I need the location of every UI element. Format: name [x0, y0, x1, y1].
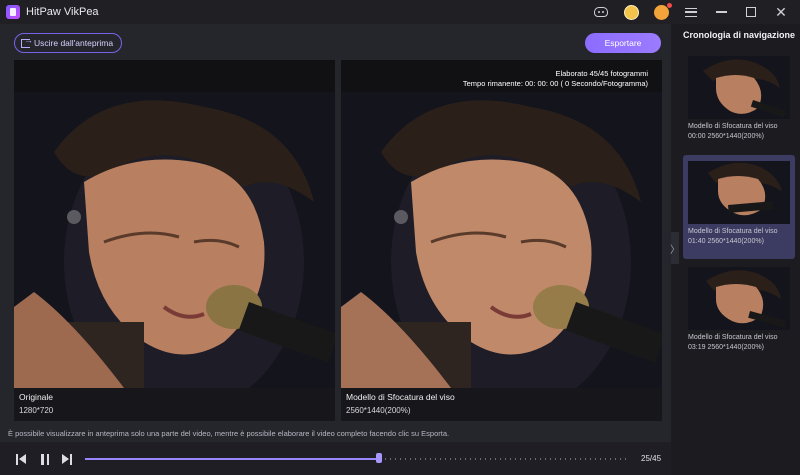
history-text: Modello di Sfocatura del viso 01:40 2560… [688, 227, 778, 247]
original-video-frame [14, 92, 335, 388]
sidebar-toggle-button[interactable]: 〉 [670, 232, 680, 264]
original-title: Originale [19, 392, 54, 402]
history-thumbnail [688, 161, 790, 224]
timeline-progress [85, 458, 380, 460]
app-title: HitPaw VikPea [26, 6, 99, 18]
preview-area: Uscire dall'anteprima Esportare [0, 24, 671, 475]
history-model: Modello di Sfocatura del viso [688, 228, 778, 235]
history-details: 01:40 2560*1440(200%) [688, 238, 764, 245]
processed-caption: Modello di Sfocatura del viso 2560*1440(… [341, 388, 662, 421]
history-thumbnail [688, 267, 790, 330]
processed-video-frame [341, 92, 662, 388]
app-window: HitPaw VikPea ✕ Uscire dall'anteprima Es… [0, 0, 800, 475]
preview-note: È possibile visualizzare in anteprima so… [8, 429, 450, 438]
coin-icon[interactable] [622, 3, 640, 21]
close-icon[interactable]: ✕ [772, 3, 790, 21]
timeline-slider[interactable] [85, 453, 630, 463]
history-item[interactable]: Modello di Sfocatura del viso 00:00 2560… [683, 50, 795, 154]
original-video-panel: Originale 1280*720 [14, 60, 335, 421]
history-model: Modello di Sfocatura del viso [688, 123, 778, 130]
exit-icon [21, 35, 33, 48]
frame-counter: 25/45 [641, 454, 662, 463]
processed-resolution: 2560*1440(200%) [346, 406, 411, 415]
menu-icon[interactable] [682, 3, 700, 21]
previous-frame-button[interactable] [14, 452, 28, 466]
processed-video-panel: Elaborato 45/45 fotogrammi Tempo rimanen… [341, 60, 662, 421]
history-item[interactable]: Modello di Sfocatura del viso 03:19 2560… [683, 261, 795, 365]
original-video-image [14, 92, 335, 388]
preview-toolbar: Uscire dall'anteprima Esportare [0, 24, 671, 60]
title-bar-controls: ✕ [580, 0, 800, 24]
remaining-time-text: Tempo rimanente: 00: 00: 00 ( 0 Secondo/… [462, 79, 648, 88]
processed-video-image [341, 92, 662, 388]
avatar-icon[interactable] [652, 2, 672, 21]
original-caption: Originale 1280*720 [14, 388, 335, 421]
exit-preview-label: Uscire dall'anteprima [34, 38, 114, 48]
history-text: Modello di Sfocatura del viso 00:00 2560… [688, 122, 778, 142]
timeline-handle[interactable] [376, 453, 383, 463]
title-bar: HitPaw VikPea ✕ [0, 0, 800, 24]
minimize-icon[interactable] [712, 3, 730, 21]
processed-title: Modello di Sfocatura del viso [346, 392, 455, 402]
discord-icon[interactable] [592, 3, 610, 21]
pause-button[interactable] [38, 452, 52, 466]
original-resolution: 1280*720 [19, 406, 54, 415]
history-title: Cronologia di navigazione [683, 30, 796, 40]
next-frame-button[interactable] [60, 452, 74, 466]
history-sidebar: Cronologia di navigazione Modello di Sfo… [679, 24, 800, 475]
app-logo-icon [6, 5, 20, 19]
history-thumbnail [688, 56, 790, 119]
history-text: Modello di Sfocatura del viso 03:19 2560… [688, 333, 778, 353]
maximize-icon[interactable] [742, 3, 760, 21]
processed-frames-text: Elaborato 45/45 fotogrammi [555, 69, 648, 78]
processing-status: Elaborato 45/45 fotogrammi Tempo rimanen… [463, 69, 648, 89]
export-button[interactable]: Esportare [585, 33, 661, 53]
exit-preview-button[interactable]: Uscire dall'anteprima [14, 33, 123, 53]
playback-controls: 25/45 [0, 442, 671, 475]
history-details: 00:00 2560*1440(200%) [688, 133, 764, 140]
history-details: 03:19 2560*1440(200%) [688, 344, 764, 351]
history-model: Modello di Sfocatura del viso [688, 334, 778, 341]
history-item[interactable]: Modello di Sfocatura del viso 01:40 2560… [683, 155, 795, 259]
